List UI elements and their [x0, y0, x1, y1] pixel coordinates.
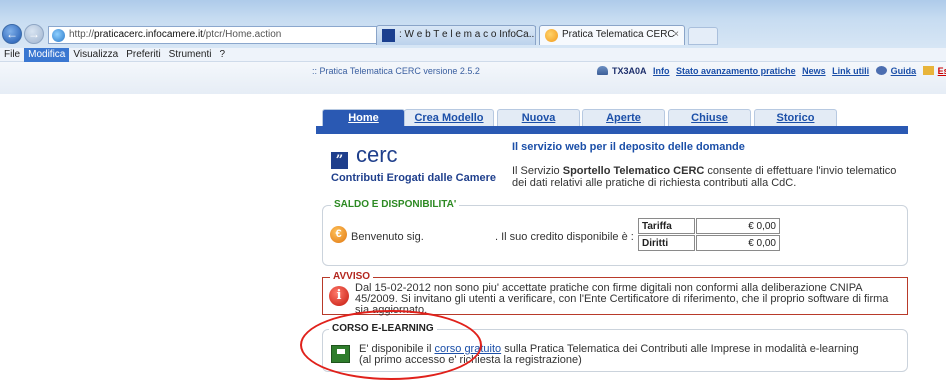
- browser-tab-cerc[interactable]: Pratica Telematica CERC ×: [539, 25, 685, 45]
- credit-table: Tariffa € 0,00 Diritti € 0,00: [637, 217, 781, 252]
- forward-button[interactable]: →: [24, 24, 44, 44]
- header-strip: :: Pratica Telematica CERC versione 2.5.…: [0, 62, 946, 94]
- help-icon: [875, 66, 887, 75]
- tab-storico[interactable]: Storico: [754, 109, 837, 126]
- welcome-text: Benvenuto sig.: [351, 231, 424, 243]
- diritti-label: Diritti: [638, 235, 695, 251]
- table-row: Tariffa € 0,00: [638, 218, 780, 234]
- tab-home[interactable]: Home: [322, 109, 405, 126]
- tab-title: : W e b T e l e m a c o InfoCa...: [399, 29, 536, 40]
- tabs-underline: [316, 126, 908, 134]
- menu-help[interactable]: ?: [215, 48, 229, 62]
- webtelemaco-favicon-icon: [382, 29, 395, 42]
- link-guida[interactable]: Guida: [891, 66, 917, 76]
- tariffa-label: Tariffa: [638, 218, 695, 234]
- ie-favicon-icon: [545, 29, 558, 42]
- cerc-logo-subtitle: Contributi Erogati dalle Camere: [331, 172, 497, 184]
- menu-visualizza[interactable]: Visualizza: [69, 48, 122, 62]
- avviso-text: Dal 15-02-2012 non sono piu' accettate p…: [355, 282, 889, 316]
- browser-titlebar: ← → http://praticacerc.infocamere.it/ptc…: [0, 0, 946, 48]
- link-utili[interactable]: Link utili: [832, 66, 869, 76]
- info-warning-icon: i: [329, 286, 349, 306]
- highlight-ellipse: [300, 310, 482, 380]
- ie-icon: [52, 29, 65, 42]
- table-row: Diritti € 0,00: [638, 235, 780, 251]
- link-stato-avanzamento[interactable]: Stato avanzamento pratiche: [676, 66, 796, 76]
- tariffa-value: € 0,00: [696, 218, 780, 234]
- tab-chiuse[interactable]: Chiuse: [668, 109, 751, 126]
- saldo-box: SALDO E DISPONIBILITA' € Benvenuto sig. …: [322, 199, 908, 266]
- browser-tab-webtelemaco[interactable]: : W e b T e l e m a c o InfoCa...: [376, 25, 536, 45]
- saldo-title: SALDO E DISPONIBILITA': [331, 199, 460, 210]
- tab-title: Pratica Telematica CERC: [562, 29, 675, 40]
- logout-icon: [922, 66, 934, 75]
- page-content: :: Pratica Telematica CERC versione 2.5.…: [0, 62, 946, 382]
- user-icon: [597, 66, 608, 75]
- diritti-value: € 0,00: [696, 235, 780, 251]
- avviso-box: AVVISO i Dal 15-02-2012 non sono piu' ac…: [322, 271, 908, 316]
- link-info[interactable]: Info: [653, 66, 670, 76]
- user-links: TX3A0A Info Stato avanzamento pratiche N…: [597, 66, 946, 76]
- cerc-logo-icon: ”: [331, 152, 348, 169]
- back-button[interactable]: ←: [2, 24, 22, 44]
- menu-preferiti[interactable]: Preferiti: [122, 48, 164, 62]
- tab-crea-modello[interactable]: Crea Modello: [404, 109, 494, 126]
- credit-label: . Il suo credito disponibile è :: [495, 231, 634, 243]
- tab-nuova[interactable]: Nuova: [497, 109, 580, 126]
- menu-strumenti[interactable]: Strumenti: [165, 48, 216, 62]
- link-esci[interactable]: Esci: [938, 66, 946, 76]
- version-text: :: Pratica Telematica CERC versione 2.5.…: [312, 66, 480, 76]
- new-tab-button[interactable]: [688, 27, 718, 45]
- menu-bar: File Modifica Visualizza Preferiti Strumenti…: [0, 48, 946, 62]
- url-text[interactable]: http://praticacerc.infocamere.it/ptcr/Ho…: [69, 29, 281, 40]
- username: TX3A0A: [612, 66, 647, 76]
- menu-file[interactable]: File: [0, 48, 24, 62]
- cerc-logo-text: cerc: [356, 142, 398, 167]
- menu-modifica[interactable]: Modifica: [24, 48, 70, 62]
- avviso-title: AVVISO: [330, 271, 374, 282]
- close-tab-icon[interactable]: ×: [673, 26, 679, 44]
- tab-aperte[interactable]: Aperte: [582, 109, 665, 126]
- intro-title: Il servizio web per il deposito delle do…: [512, 141, 745, 153]
- link-news[interactable]: News: [802, 66, 826, 76]
- euro-icon: €: [330, 226, 347, 243]
- intro-text: Il Servizio Sportello Telematico CERC co…: [512, 165, 897, 189]
